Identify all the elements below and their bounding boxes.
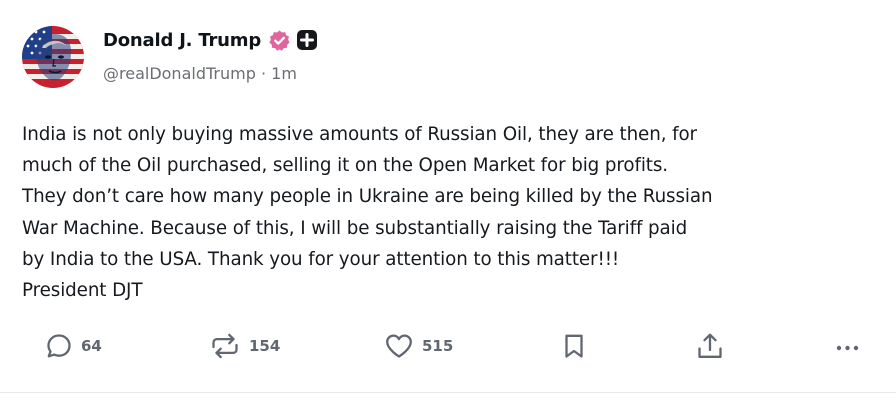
author-display-name[interactable]: Donald J. Trump	[103, 30, 261, 51]
post-text-line: They don’t care how many people in Ukrai…	[22, 186, 713, 208]
plus-badge-icon	[297, 30, 318, 50]
post-action-bar: 64 154 515	[0, 328, 896, 364]
truth-post: Donald J. Trump @realDonaldTrump · 1m In…	[0, 0, 896, 411]
meta-separator: ·	[260, 64, 267, 83]
speech-bubble-icon	[47, 334, 71, 358]
reply-count: 64	[81, 337, 102, 355]
author-avatar[interactable]	[22, 26, 84, 88]
post-text-line: much of the Oil purchased, selling it on…	[22, 155, 669, 177]
author-meta: @realDonaldTrump · 1m	[103, 64, 297, 83]
retruth-button[interactable]: 154	[209, 328, 280, 364]
more-dots-icon	[836, 345, 859, 351]
reply-button[interactable]: 64	[45, 328, 102, 364]
verified-badge-icon	[269, 29, 290, 51]
bookmark-button[interactable]	[561, 328, 587, 364]
avatar-flag-portrait-image	[22, 26, 84, 88]
post-text-line: India is not only buying massive amounts…	[22, 124, 697, 145]
heart-icon	[386, 334, 412, 358]
like-button[interactable]: 515	[384, 328, 453, 364]
post-text-line: War Machine. Because of this, I will be …	[22, 217, 688, 239]
author-handle[interactable]: @realDonaldTrump	[103, 64, 256, 83]
more-options-button[interactable]	[834, 328, 862, 364]
post-text: India is not only buying massive amounts…	[22, 119, 882, 306]
post-text-line: President DJT	[22, 280, 143, 302]
post-text-line: by India to the USA. Thank you for your …	[22, 248, 620, 270]
repost-arrows-icon	[212, 333, 238, 359]
post-timestamp[interactable]: 1m	[271, 64, 297, 83]
author-name-row: Donald J. Trump	[103, 27, 318, 53]
like-count: 515	[422, 337, 454, 355]
retruth-count: 154	[249, 337, 281, 355]
share-button[interactable]	[695, 328, 725, 364]
post-divider	[0, 392, 896, 393]
share-upload-icon	[698, 333, 722, 358]
bookmark-icon	[565, 334, 583, 358]
